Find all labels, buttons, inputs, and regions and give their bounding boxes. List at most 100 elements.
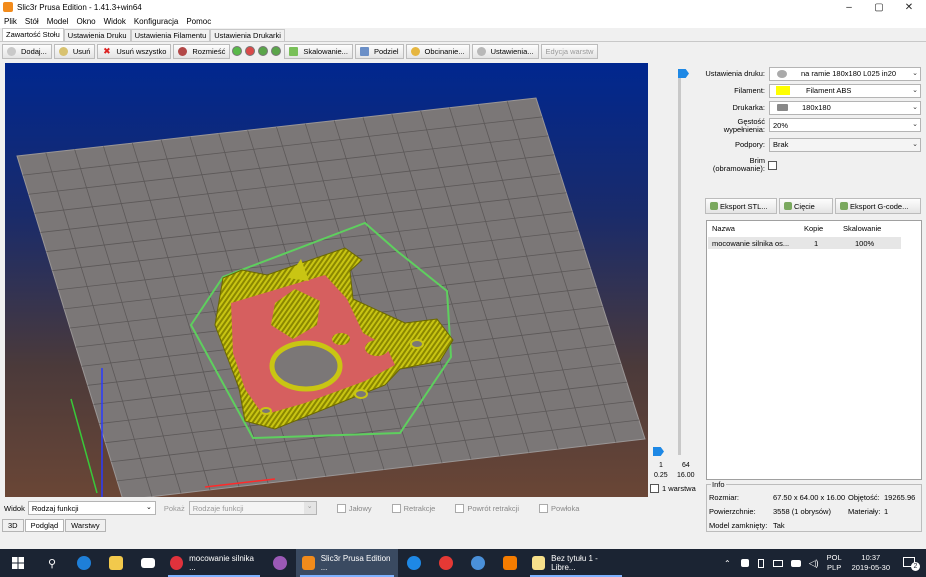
rotate-right-icon[interactable] [271, 46, 282, 56]
cut-icon [410, 46, 420, 56]
tab-layers[interactable]: Warstwy [65, 519, 106, 532]
taskbar-item-slic3r[interactable]: Slic3r Prusa Edition ... [296, 549, 398, 577]
settings-sidebar: Ustawienia druku: na ramie 180x180 L025 … [703, 63, 926, 537]
app-blue-icon[interactable] [462, 549, 494, 577]
menu-pomoc[interactable]: Pomoc [186, 17, 211, 26]
shells-checkbox[interactable] [539, 503, 549, 513]
taskbar-item-opera[interactable]: mocowanie silnika ... [164, 549, 264, 577]
clock[interactable]: 10:37 2019-05-30 [852, 553, 890, 573]
arrange-button[interactable]: Rozmieść [173, 43, 231, 59]
column-header-scale[interactable]: Skalowanie [843, 223, 881, 235]
remove-button[interactable]: Usuń [53, 43, 96, 59]
infill-select[interactable]: 20% ⌄ [769, 118, 921, 132]
settings-button[interactable]: Ustawienia... [471, 43, 539, 59]
plater-toolbar: Dodaj... Usuń ✖ Usuń wszystko Rozmieść Sk… [2, 43, 642, 59]
app-orange-icon[interactable] [494, 549, 526, 577]
export-stl-button[interactable]: Eksport STL... [705, 198, 777, 214]
tab-print-settings[interactable]: Ustawienia Druku [63, 29, 131, 41]
menu-model[interactable]: Model [47, 17, 69, 26]
close-button[interactable]: ✕ [894, 0, 924, 14]
tab-3d[interactable]: 3D [2, 519, 24, 532]
chevron-down-icon: ⌄ [912, 103, 918, 111]
unretractions-toggle[interactable]: Powrót retrakcji [455, 503, 519, 513]
app-red-icon[interactable] [430, 549, 462, 577]
upper-thumb[interactable] [678, 69, 689, 78]
printer-select[interactable]: 180x180 ⌄ [769, 100, 921, 115]
chevron-up-icon[interactable]: ⌃ [724, 559, 731, 568]
scale-icon [289, 46, 299, 56]
remove-instance-icon[interactable] [245, 46, 256, 56]
shells-toggle[interactable]: Powłoka [539, 503, 579, 513]
menu-konfiguracja[interactable]: Konfiguracja [134, 17, 178, 26]
rotate-left-icon[interactable] [258, 46, 269, 56]
layer-editing-button[interactable]: Edycja warstw [540, 43, 599, 59]
battery-icon[interactable] [757, 558, 764, 568]
menu-okno[interactable]: Okno [76, 17, 95, 26]
size-value: 67.50 x 64.00 x 16.00 [773, 493, 846, 502]
edge-icon[interactable] [68, 549, 100, 577]
column-header-copies[interactable]: Kopie [804, 223, 823, 235]
network-icon[interactable] [772, 559, 783, 567]
travel-checkbox[interactable] [336, 503, 346, 513]
windows-taskbar: ⚲ mocowanie silnika ... Slic3r Prusa Edi… [0, 549, 926, 577]
language-indicator[interactable]: POL PLP [827, 553, 842, 573]
supports-select[interactable]: Brak ⌄ [769, 137, 921, 152]
menu-widok[interactable]: Widok [104, 17, 126, 26]
retractions-checkbox[interactable] [391, 503, 401, 513]
notification-center-icon[interactable]: 2 [902, 555, 920, 571]
add-button[interactable]: Dodaj... [2, 43, 52, 59]
menu-plik[interactable]: Plik [4, 17, 17, 26]
menu-bar: Plik Stół Model Okno Widok Konfiguracja … [0, 14, 926, 28]
infill-row: Gęstość wypełnienia: 20% ⌄ [703, 117, 926, 135]
object-scale: 100% [855, 239, 875, 248]
cut-button[interactable]: Obcinanie... [405, 43, 470, 59]
file-explorer-icon[interactable] [100, 549, 132, 577]
brim-checkbox[interactable] [768, 160, 777, 170]
minimize-button[interactable]: – [834, 0, 864, 14]
brim-row: Brim (obramowanie): [703, 155, 926, 175]
one-layer-checkbox[interactable] [650, 484, 659, 493]
tab-filament-settings[interactable]: Ustawienia Filamentu [130, 29, 211, 41]
filament-select[interactable]: Filament ABS ⌄ [769, 83, 921, 98]
lower-thumb[interactable] [653, 447, 664, 456]
maximize-button[interactable]: ▢ [864, 0, 894, 14]
export-gcode-button[interactable]: Eksport G-code... [835, 198, 921, 214]
ccleaner-icon[interactable] [398, 549, 430, 577]
delete-all-icon: ✖ [103, 45, 111, 56]
start-button[interactable] [0, 549, 36, 577]
mail-icon[interactable] [132, 549, 164, 577]
chevron-down-icon: ⌄ [912, 121, 918, 128]
split-button[interactable]: Podziel [354, 43, 404, 59]
tray-app-icon[interactable] [740, 559, 749, 567]
taskbar-item-libreoffice[interactable]: Bez tytułu 1 - Libre... [526, 549, 626, 577]
tab-printer-settings[interactable]: Ustawienia Drukarki [210, 29, 285, 41]
filament-label: Filament: [734, 85, 765, 95]
column-header-name[interactable]: Nazwa [712, 223, 735, 235]
filament-color-swatch[interactable] [776, 86, 790, 95]
opera-icon [170, 556, 184, 570]
slice-button[interactable]: Cięcie [779, 198, 833, 214]
show-features-select[interactable]: Rodzaje funkcji ⌄ [188, 501, 317, 515]
view-type-select[interactable]: Rodzaj funkcji ⌄ [27, 501, 156, 515]
object-name: mocowanie silnika os... [712, 239, 790, 248]
travel-toggle[interactable]: Jałowy [336, 503, 372, 513]
layer-slider[interactable]: 1 0.25 64 16.00 1 warstwa [648, 63, 702, 497]
supports-row: Podpory: Brak ⌄ [703, 137, 926, 152]
menu-stol[interactable]: Stół [25, 17, 39, 26]
retractions-toggle[interactable]: Retrakcje [391, 503, 435, 513]
object-list[interactable]: Nazwa Kopie Skalowanie mocowanie silnika… [706, 220, 922, 480]
remove-all-button[interactable]: ✖ Usuń wszystko [97, 43, 172, 59]
3d-preview-canvas[interactable] [5, 63, 648, 497]
onedrive-icon[interactable] [790, 559, 801, 567]
scale-button[interactable]: Skalowanie... [284, 43, 353, 59]
tab-plater[interactable]: Zawartość Stołu [2, 28, 64, 41]
volume-icon[interactable]: ◁) [809, 558, 819, 569]
color-wheel-icon[interactable] [264, 549, 296, 577]
slic3r-app-icon [3, 2, 13, 12]
tab-preview[interactable]: Podgląd [24, 519, 65, 532]
print-settings-select[interactable]: na ramie 180x180 L025 in20 ⌄ [769, 66, 921, 81]
one-layer-toggle[interactable]: 1 warstwa [650, 484, 696, 493]
unretractions-checkbox[interactable] [455, 503, 465, 513]
add-instance-icon[interactable] [232, 46, 243, 56]
search-icon[interactable]: ⚲ [36, 549, 68, 577]
